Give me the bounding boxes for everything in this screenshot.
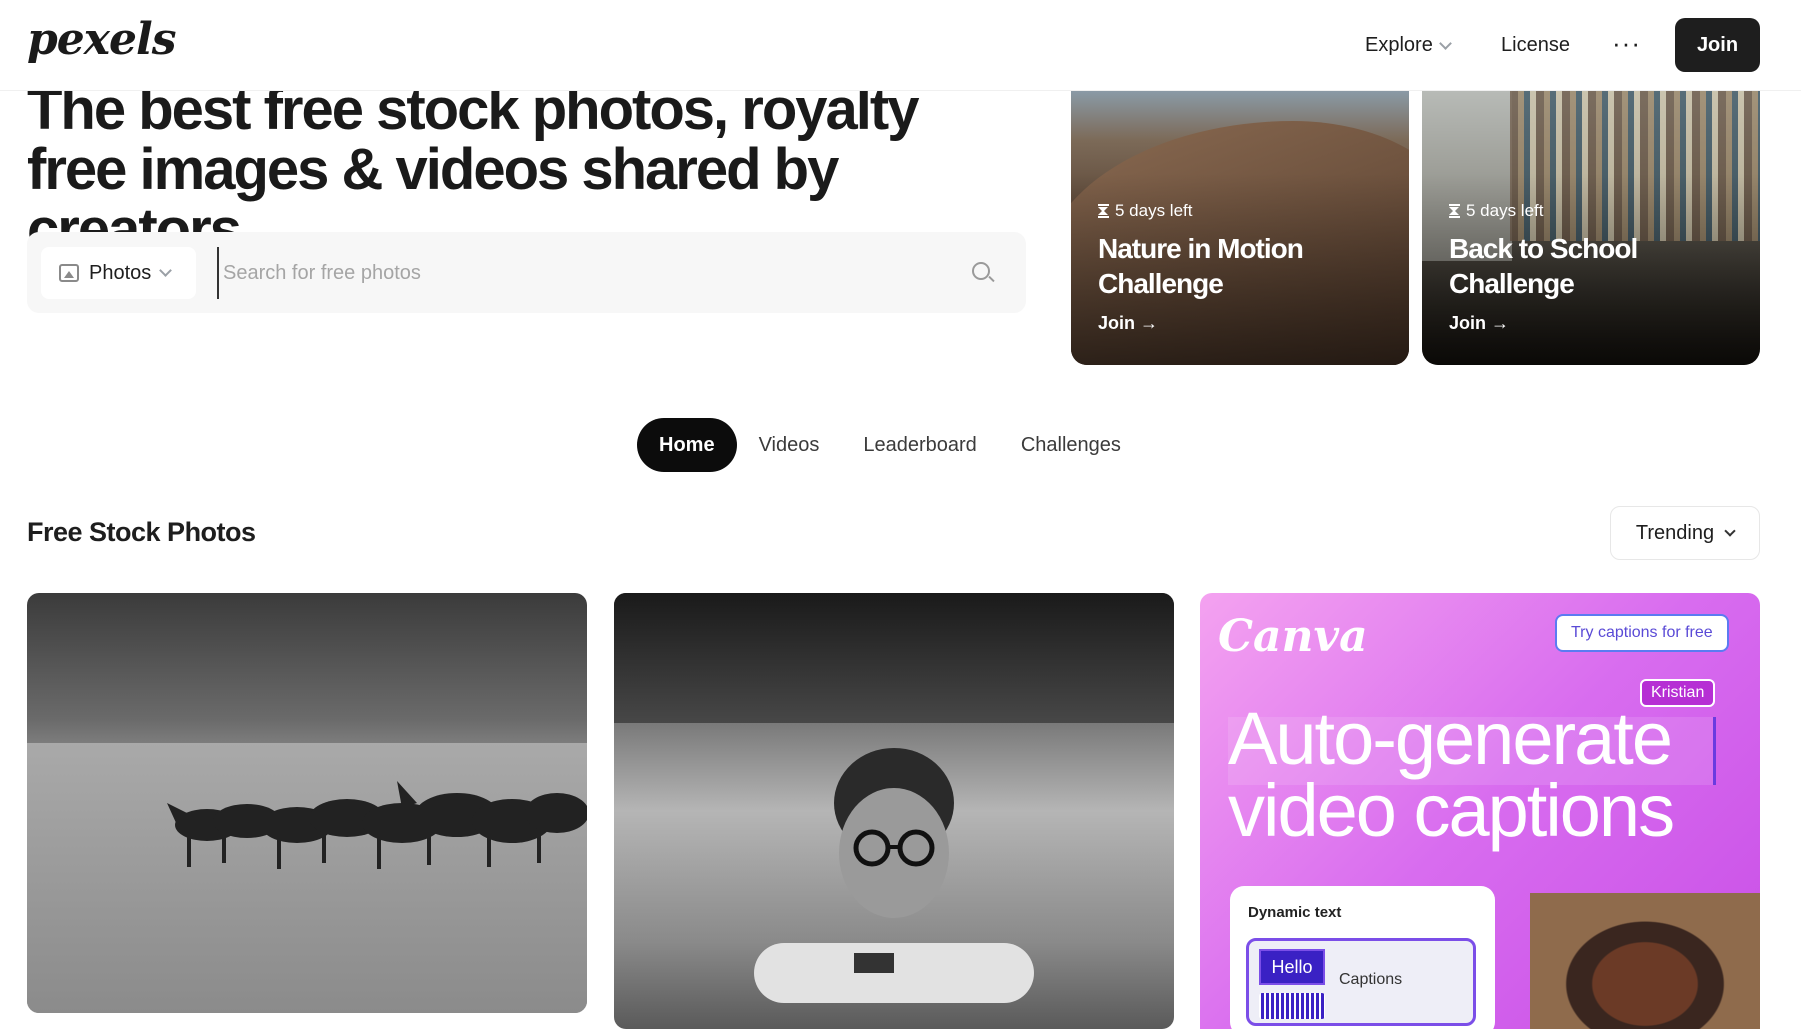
search-icon[interactable] (972, 262, 990, 280)
presenter-image (1530, 893, 1760, 1029)
chevron-down-icon (159, 264, 173, 277)
challenge-title: Nature in Motion Challenge (1098, 233, 1304, 299)
pexels-logo[interactable]: pexels (27, 14, 176, 65)
chevron-down-icon (1438, 36, 1452, 50)
audio-wave-icon (1259, 993, 1325, 1019)
explore-label: Explore (1365, 34, 1433, 56)
challenge-days-left: 5 days left (1115, 201, 1193, 220)
chevron-down-icon (1724, 524, 1736, 537)
search-type-label: Photos (89, 261, 152, 284)
tab-leaderboard[interactable]: Leaderboard (841, 418, 998, 472)
caption-panel: Dynamic text Hello Captions (1230, 886, 1495, 1029)
try-captions-button[interactable]: Try captions for free (1555, 614, 1729, 652)
content-tabs: Home Videos Leaderboard Challenges (637, 418, 1143, 472)
hello-tag: Hello (1259, 949, 1325, 985)
canva-logo: Canva (1218, 611, 1368, 662)
challenge-card-school[interactable]: 5 days left Back to School Challenge Joi… (1422, 91, 1760, 365)
join-button[interactable]: Join (1675, 18, 1760, 72)
challenge-join-link[interactable]: Join → (1098, 313, 1398, 334)
section-title: Free Stock Photos (27, 517, 256, 547)
panel-label: Dynamic text (1248, 904, 1342, 921)
challenge-card-nature[interactable]: 5 days left Nature in Motion Challenge J… (1071, 91, 1409, 365)
photo-horses[interactable] (27, 593, 587, 1013)
ad-headline: Auto-generate video captions (1228, 697, 1675, 852)
tab-videos[interactable]: Videos (737, 418, 842, 472)
sort-label: Trending (1635, 521, 1715, 544)
top-nav: pexels Explore License ··· Join (0, 0, 1801, 91)
horses-illustration (167, 781, 587, 869)
captions-label: Captions (1339, 971, 1403, 988)
challenge-days-left: 5 days left (1466, 201, 1544, 220)
challenge-title: Back to School Challenge (1449, 233, 1638, 299)
hourglass-icon (1098, 204, 1109, 218)
explore-menu[interactable]: Explore (1365, 34, 1452, 57)
more-menu-icon[interactable]: ··· (1612, 28, 1641, 59)
search-bar: Photos (27, 232, 1026, 313)
sort-dropdown[interactable]: Trending (1610, 506, 1760, 560)
photo-man-glasses[interactable] (614, 593, 1174, 1029)
search-type-dropdown[interactable]: Photos (41, 247, 196, 299)
hourglass-icon (1449, 204, 1460, 218)
tab-challenges[interactable]: Challenges (999, 418, 1143, 472)
challenge-join-link[interactable]: Join → (1449, 313, 1749, 334)
image-icon (59, 264, 79, 282)
canva-ad[interactable]: Canva Try captions for free Kristian Aut… (1200, 593, 1760, 1029)
search-input[interactable] (217, 247, 947, 299)
tab-home[interactable]: Home (637, 418, 737, 472)
man-portrait-illustration (754, 748, 1034, 1003)
license-link[interactable]: License (1501, 34, 1570, 57)
